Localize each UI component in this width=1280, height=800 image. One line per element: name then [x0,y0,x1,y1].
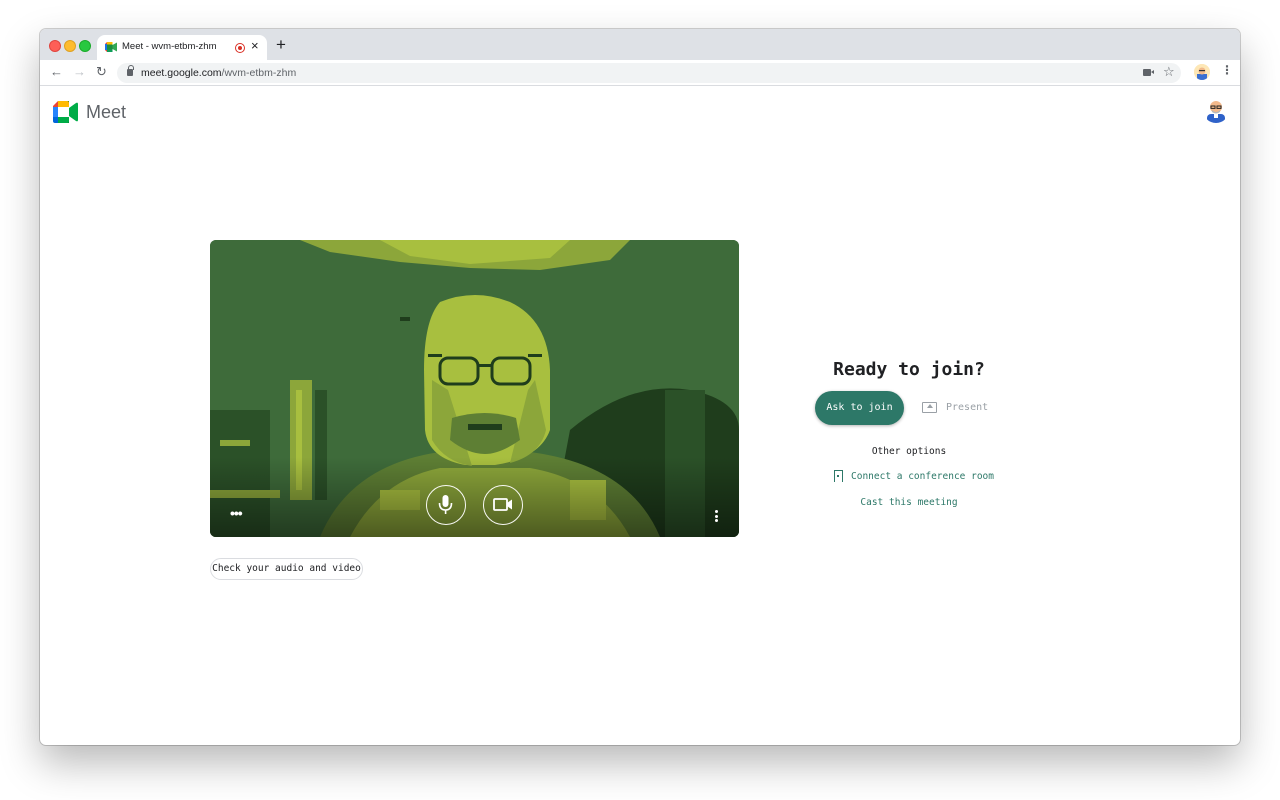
tab-strip: Meet - wvm-etbm-zhm × + [40,29,1240,60]
camera-in-use-icon[interactable] [1143,69,1154,76]
url-path: /wvm-etbm-zhm [221,67,297,79]
meet-logo-icon[interactable] [53,101,78,123]
camera-icon [493,498,512,511]
microphone-icon [438,495,453,514]
preview-more-options-icon[interactable]: ••• [230,506,243,520]
back-arrow-icon[interactable]: ← [50,64,63,80]
meet-header: Meet [40,87,1240,141]
join-panel: Ready to join? Ask to join Present Other… [800,349,1018,549]
self-view-image [210,240,739,537]
meet-favicon-icon [105,42,117,52]
product-name: Meet [86,102,127,122]
browser-menu-icon[interactable]: ⋮ [1221,63,1233,77]
bookmark-star-icon[interactable]: ☆ [1163,64,1175,80]
camera-preview: ••• [210,240,739,537]
new-tab-button[interactable]: + [276,35,286,55]
preview-settings-menu-icon[interactable] [715,510,718,522]
present-screen-icon [922,402,937,413]
reload-icon[interactable]: ↻ [96,64,107,80]
ready-to-join-heading: Ready to join? [833,359,985,380]
url-text[interactable]: meet.google.com/wvm-etbm-zhm [141,67,296,79]
address-bar[interactable]: meet.google.com/wvm-etbm-zhm ☆ [117,63,1181,83]
cast-meeting-link[interactable]: Cast this meeting [800,497,1018,508]
connect-room-label: Connect a conference room [851,471,994,482]
profile-avatar-icon[interactable] [1194,64,1210,80]
check-audio-video-button[interactable]: Check your audio and video [210,558,363,580]
microphone-toggle-button[interactable] [426,485,466,525]
camera-toggle-button[interactable] [483,485,523,525]
other-options-label: Other options [871,446,947,457]
window-close-button[interactable] [49,40,61,52]
account-avatar[interactable] [1203,97,1229,123]
recording-indicator-icon [235,43,245,53]
forward-arrow-icon[interactable]: → [73,64,86,80]
browser-toolbar: ← → ↻ meet.google.com/wvm-etbm-zhm ☆ ⋮ [40,60,1240,86]
browser-tab-meet[interactable]: Meet - wvm-etbm-zhm × [97,35,267,60]
url-host: meet.google.com [141,67,222,79]
tab-title: Meet - wvm-etbm-zhm [122,41,217,52]
browser-window: Meet - wvm-etbm-zhm × + ← → ↻ meet.googl… [40,29,1240,745]
window-maximize-button[interactable] [79,40,91,52]
tab-close-icon[interactable]: × [251,38,259,53]
window-minimize-button[interactable] [64,40,76,52]
lock-icon[interactable] [127,65,134,76]
ask-to-join-button[interactable]: Ask to join [815,391,904,425]
door-icon [834,470,843,482]
present-label: Present [946,402,989,413]
